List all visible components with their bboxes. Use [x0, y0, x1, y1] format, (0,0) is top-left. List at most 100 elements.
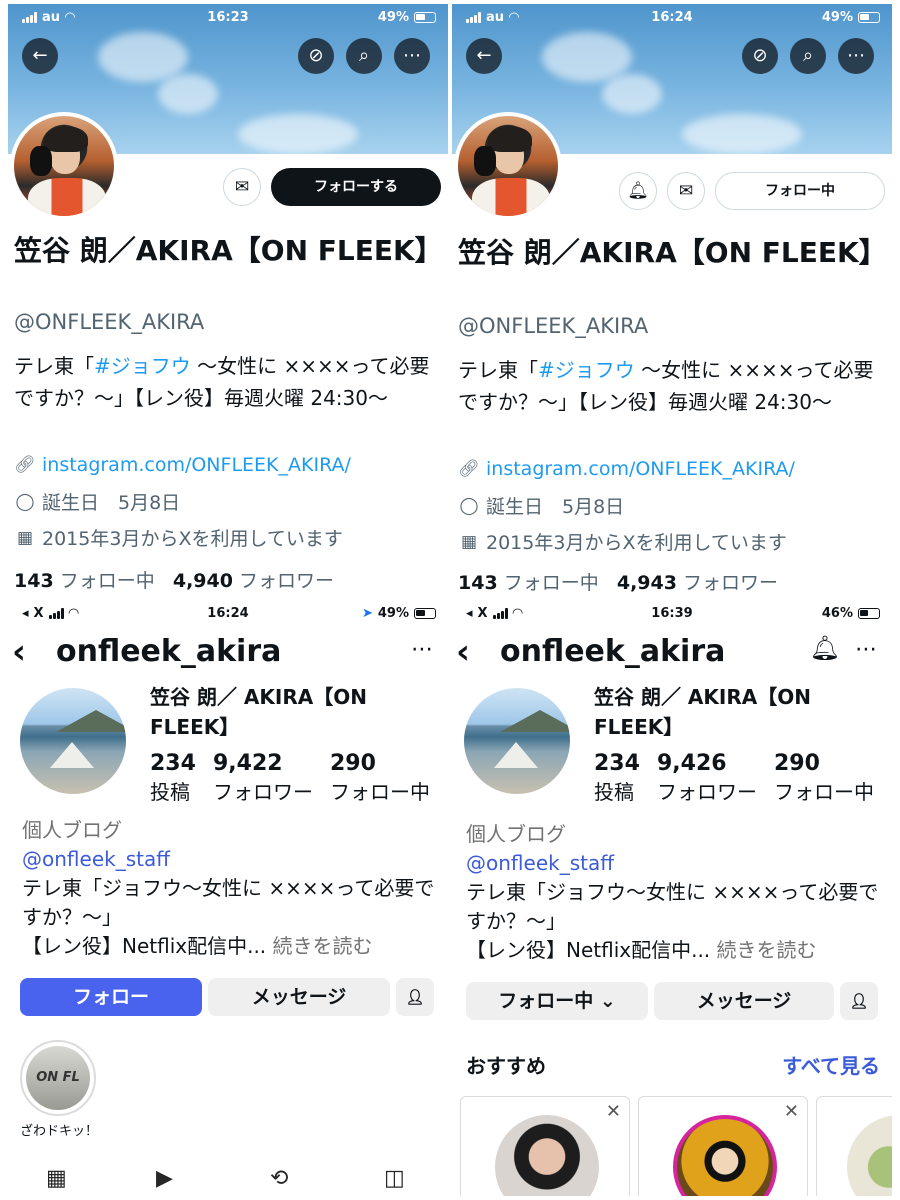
following-label: フォロー中	[59, 570, 155, 592]
joined-row: ▦ 2015年3月からXを利用しています	[458, 528, 787, 555]
followers-label: フォロワー	[683, 572, 779, 594]
message-button[interactable]: メッセージ	[654, 982, 834, 1020]
posts-stat[interactable]: 234 投稿	[150, 750, 196, 806]
username: onfleek_akira	[56, 634, 282, 669]
status-bar: ◂ X ◠ 16:39 46%	[452, 600, 892, 630]
followers-label: フォロワー	[657, 780, 757, 804]
bio-line-1: テレ東「ジョフウ〜女性に ××××って必要ですか？〜」	[466, 880, 879, 933]
link-icon: 🔗︎	[458, 459, 480, 479]
follow-button[interactable]: フォローする	[271, 168, 441, 206]
following-dropdown-button[interactable]: フォロー中 ⌄	[466, 982, 648, 1020]
suggested-avatar	[847, 1115, 892, 1196]
grok-icon[interactable]: ⊘	[742, 38, 778, 74]
grid-icon[interactable]: ▦	[46, 1166, 67, 1191]
suggested-account-card[interactable]	[816, 1096, 892, 1196]
profile-header: ‹ onfleek_akira ⋯	[8, 630, 448, 676]
suggested-account-card[interactable]: ✕	[460, 1096, 630, 1196]
more-icon[interactable]: ⋯	[411, 630, 434, 670]
more-icon[interactable]: ⋯	[394, 38, 430, 74]
following-link[interactable]: 143 フォロー中	[458, 572, 599, 594]
follow-button[interactable]: フォロー	[20, 978, 202, 1016]
following-count: 290	[774, 751, 820, 776]
followers-count: 9,422	[213, 751, 283, 776]
see-all-link[interactable]: すべて見る	[782, 1050, 880, 1079]
followers-count: 4,943	[616, 572, 677, 594]
followers-label: フォロワー	[213, 780, 313, 804]
reposts-icon[interactable]: ⟲	[270, 1166, 288, 1191]
following-count: 290	[330, 751, 376, 776]
notification-bell-icon[interactable]: 🔔︎	[619, 172, 657, 210]
avatar[interactable]	[20, 688, 126, 794]
battery-icon	[414, 12, 436, 23]
story-highlight[interactable]: ON FL	[20, 1040, 96, 1116]
following-stat[interactable]: 290 フォロー中	[774, 750, 874, 806]
message-icon[interactable]: ✉	[667, 172, 705, 210]
add-person-icon[interactable]: 👤︎	[840, 982, 878, 1020]
bio-prefix: テレ東「	[14, 354, 94, 378]
avatar[interactable]	[10, 112, 118, 220]
more-icon[interactable]: ⋯	[838, 38, 874, 74]
follow-stats: 143 フォロー中 4,940 フォロワー	[14, 566, 334, 593]
bio: テレ東「#ジョフウ 〜女性に ××××って必要ですか？〜」【レン役】毎週火曜 2…	[14, 350, 439, 414]
bio: 個人ブログ @onfleek_staff テレ東「ジョフウ〜女性に ××××って…	[22, 816, 437, 961]
status-bar: au ◠ 16:23 49%	[8, 4, 448, 34]
x-profile-panel-following: au ◠ 16:24 49% ← ⊘ ⌕ ⋯ 🔔︎ ✉ フォロー中 笠谷 朗／AK…	[452, 4, 892, 600]
bio-line-2: 【レン役】Netflix配信中...	[466, 938, 711, 962]
following-link[interactable]: 143 フォロー中	[14, 570, 155, 592]
bio-line-1: テレ東「ジョフウ〜女性に ××××って必要ですか？〜」	[22, 876, 435, 929]
mention-link[interactable]: @onfleek_staff	[22, 845, 437, 874]
add-person-icon[interactable]: 👤︎	[396, 978, 434, 1016]
suggested-account-card[interactable]: ✕	[638, 1096, 808, 1196]
following-label: フォロー中	[330, 780, 430, 804]
instagram-profile-panel-following: ◂ X ◠ 16:39 46% ‹ onfleek_akira 🔔︎ ⋯ 笠谷 朗／…	[452, 600, 892, 1196]
read-more-link[interactable]: 続きを読む	[710, 938, 817, 962]
notification-bell-icon[interactable]: 🔔︎	[810, 634, 840, 662]
birthday: 誕生日 5月8日	[486, 496, 625, 518]
highlight-label: ざわドキッ！	[19, 1124, 98, 1139]
battery-percent: 49%	[377, 606, 409, 621]
back-icon[interactable]: ←	[466, 38, 502, 74]
message-button[interactable]: メッセージ	[208, 978, 390, 1016]
profile-tab-bar: ▦ ▶ ⟲ ◫	[8, 1162, 448, 1196]
category-label: 個人ブログ	[466, 822, 566, 846]
calendar-icon: ▦	[460, 531, 478, 552]
following-label: フォロー中	[503, 572, 599, 594]
highlight-cover: ON FL	[26, 1046, 90, 1110]
grok-icon[interactable]: ⊘	[298, 38, 334, 74]
search-icon[interactable]: ⌕	[790, 38, 826, 74]
suggested-avatar	[673, 1115, 777, 1196]
handle: @ONFLEEK_AKIRA	[458, 314, 649, 338]
bio-line-2: 【レン役】Netflix配信中...	[22, 934, 267, 958]
search-icon[interactable]: ⌕	[346, 38, 382, 74]
posts-stat[interactable]: 234 投稿	[594, 750, 640, 806]
website-link[interactable]: instagram.com/ONFLEEK_AKIRA/	[486, 458, 795, 480]
tagged-icon[interactable]: ◫	[384, 1166, 405, 1191]
display-name: 笠谷 朗／AKIRA【ON FLEEK】	[14, 234, 443, 267]
read-more-link[interactable]: 続きを読む	[266, 934, 373, 958]
birthday-row: ◯ 誕生日 5月8日	[14, 488, 180, 515]
following-button[interactable]: フォロー中	[715, 172, 885, 210]
followers-link[interactable]: 4,943 フォロワー	[617, 572, 778, 594]
dismiss-icon[interactable]: ✕	[784, 1101, 799, 1122]
website-link[interactable]: instagram.com/ONFLEEK_AKIRA/	[42, 454, 351, 476]
avatar[interactable]	[464, 688, 570, 794]
display-name: 笠谷 朗／AKIRA【ON FLEEK】	[458, 236, 887, 269]
followers-link[interactable]: 4,940 フォロワー	[173, 570, 334, 592]
following-stat[interactable]: 290 フォロー中	[330, 750, 430, 806]
message-icon[interactable]: ✉	[223, 168, 261, 206]
back-icon[interactable]: ←	[22, 38, 58, 74]
mention-link[interactable]: @onfleek_staff	[466, 849, 881, 878]
avatar[interactable]	[454, 112, 562, 220]
battery-percent: 46%	[821, 606, 853, 621]
reels-icon[interactable]: ▶	[156, 1166, 173, 1191]
followers-stat[interactable]: 9,422 フォロワー	[213, 750, 313, 806]
back-icon[interactable]: ‹	[12, 630, 26, 674]
hashtag-link[interactable]: #ジョフウ	[538, 358, 635, 382]
followers-count: 9,426	[657, 751, 727, 776]
dismiss-icon[interactable]: ✕	[606, 1101, 621, 1122]
posts-count: 234	[594, 751, 640, 776]
more-icon[interactable]: ⋯	[855, 630, 878, 670]
back-icon[interactable]: ‹	[456, 630, 470, 674]
hashtag-link[interactable]: #ジョフウ	[94, 354, 191, 378]
followers-stat[interactable]: 9,426 フォロワー	[657, 750, 757, 806]
